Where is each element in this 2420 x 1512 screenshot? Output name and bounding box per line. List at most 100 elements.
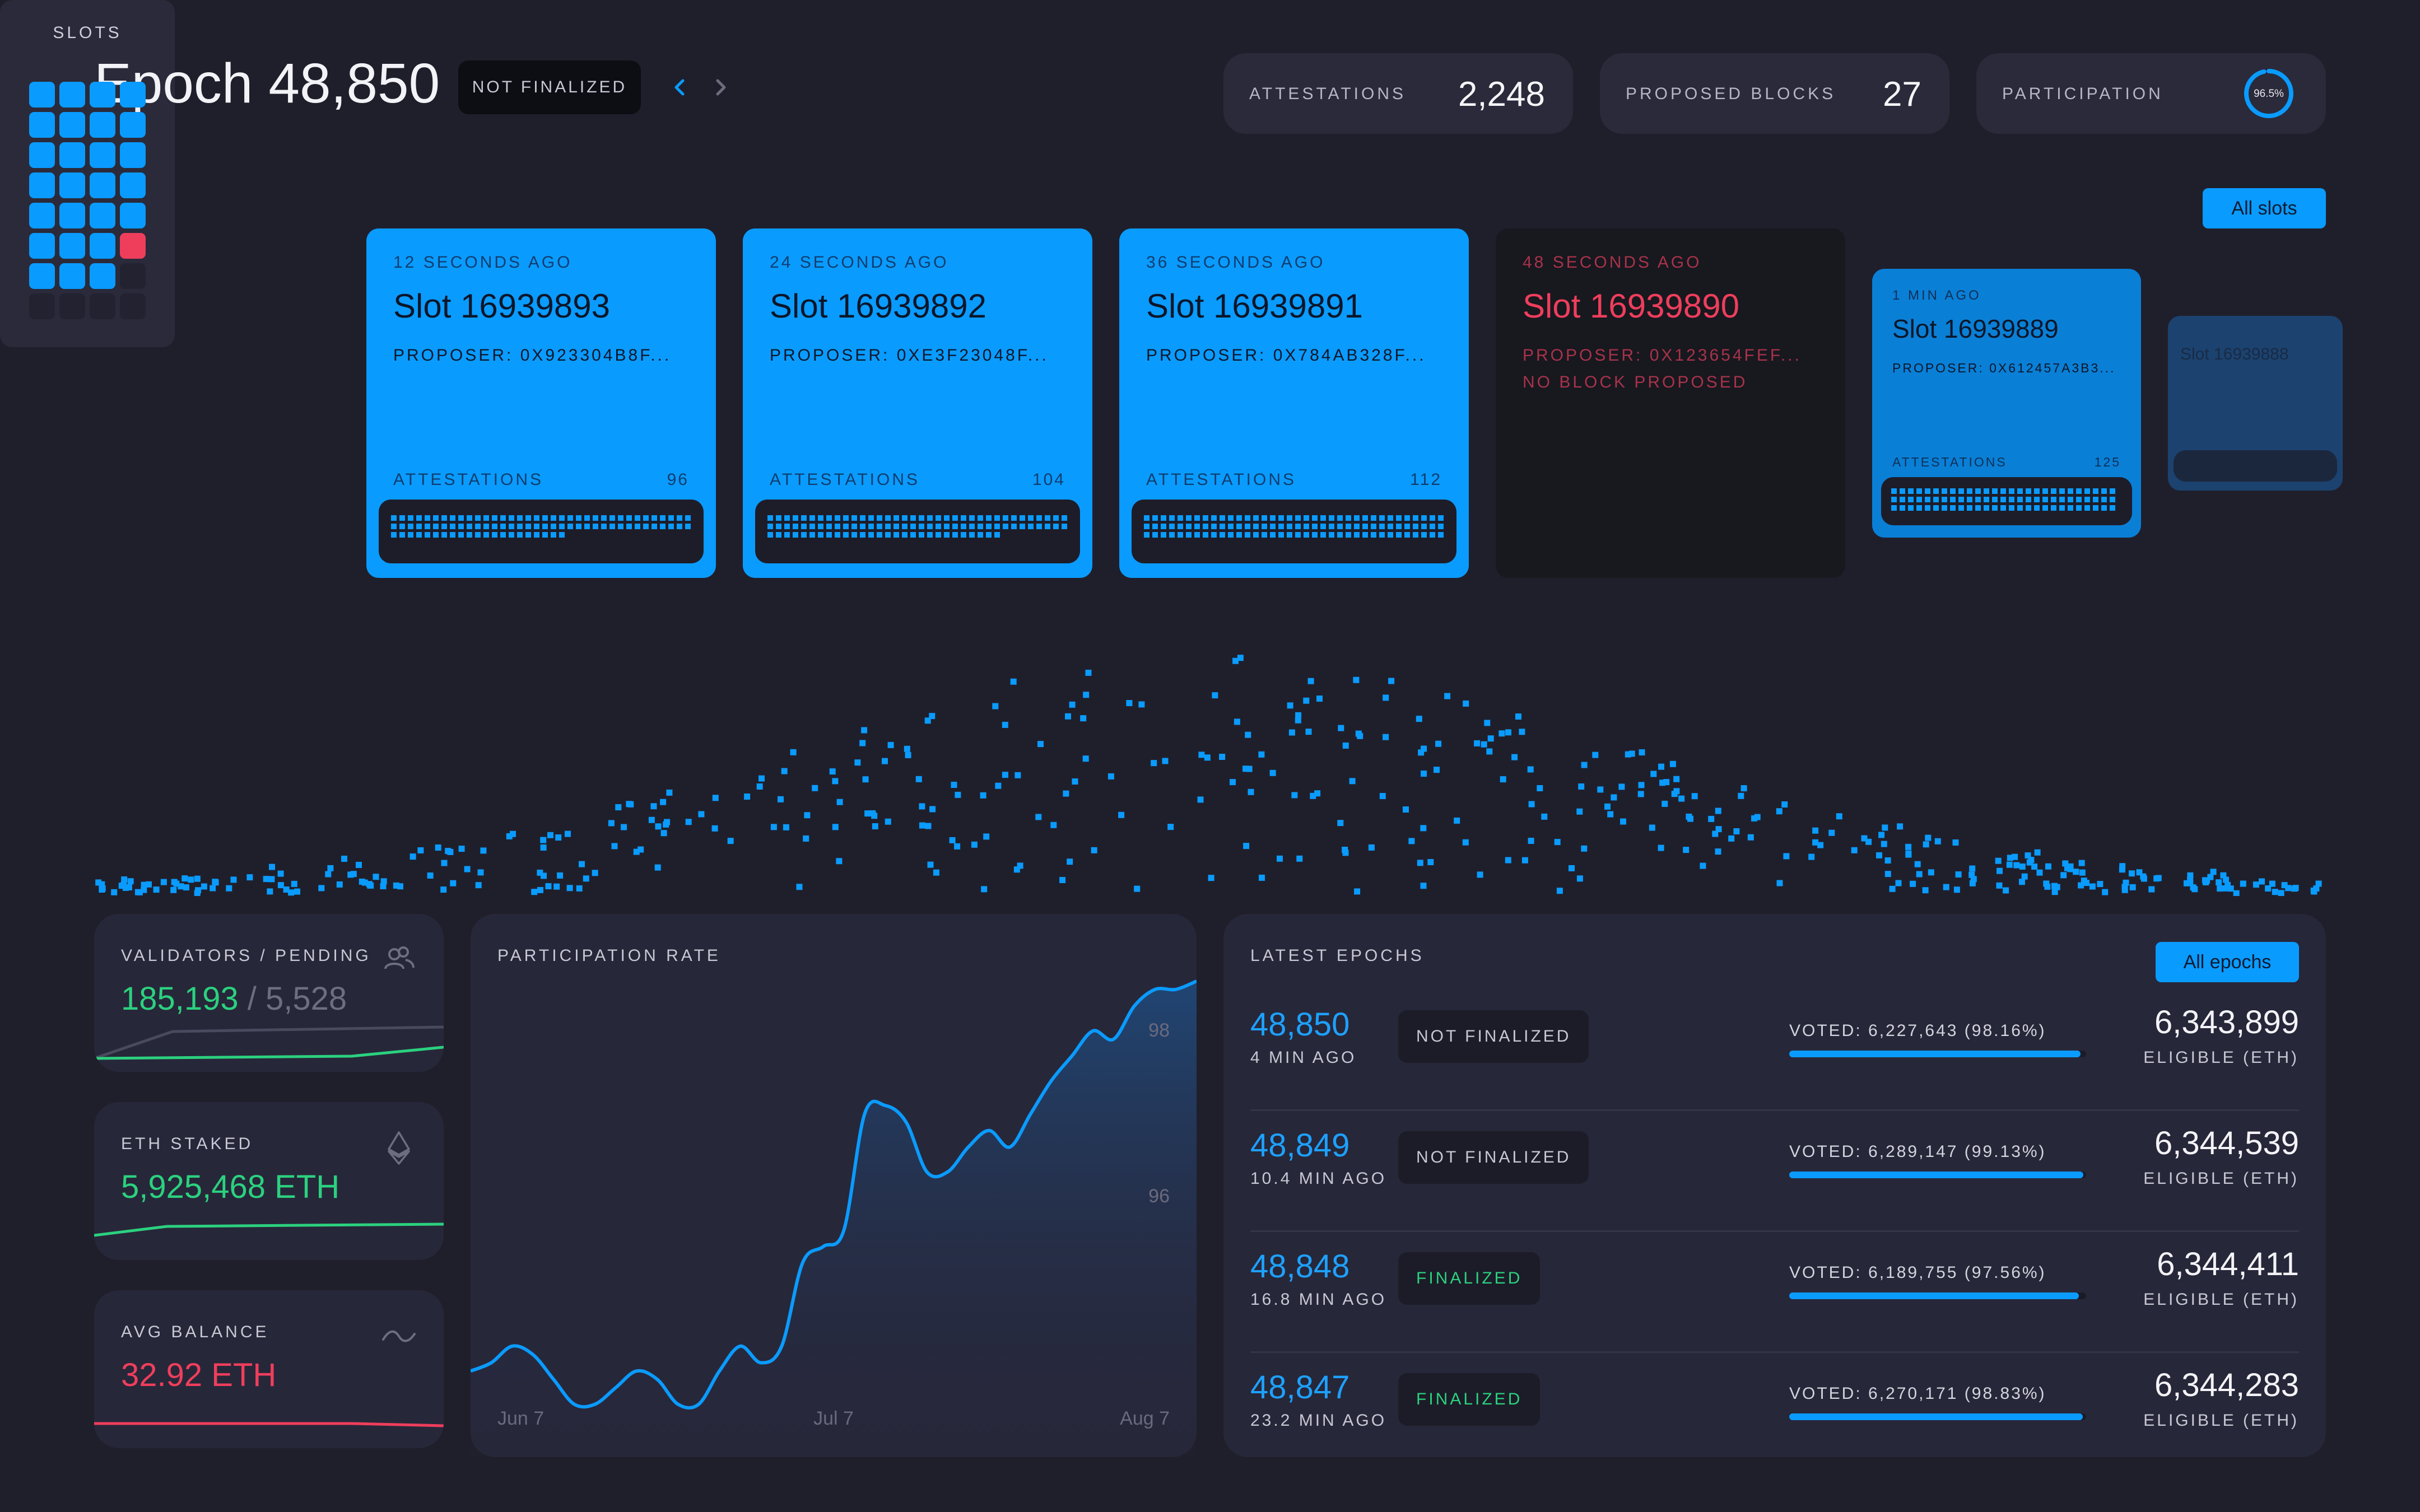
slot-cell[interactable]	[120, 142, 146, 168]
attestation-dot	[1881, 841, 1887, 847]
attestation-dot	[1291, 792, 1298, 799]
attestation-dot	[467, 515, 472, 521]
slot-cell[interactable]	[29, 293, 55, 319]
slot-cell[interactable]	[59, 293, 85, 319]
attestation-dot	[2310, 887, 2317, 894]
attestation-dot	[2000, 497, 2006, 502]
previous-epoch-button[interactable]	[663, 71, 697, 104]
slot-cell[interactable]	[120, 82, 146, 108]
attestation-dot	[294, 888, 300, 895]
attestation-dot	[2068, 505, 2073, 511]
attestation-dot	[767, 515, 773, 521]
attestation-dot	[537, 886, 543, 893]
attestation-dot	[1288, 729, 1295, 736]
slot-cell[interactable]	[29, 112, 55, 138]
attestation-dot	[2021, 873, 2028, 880]
attestation-dot	[1444, 693, 1451, 699]
attestation-dot	[919, 524, 924, 529]
slot-card-missed[interactable]: 48 SECONDS AGO Slot 16939890 PROPOSER: 0…	[1496, 228, 1845, 578]
attestation-dot	[1992, 488, 1998, 494]
slot-card[interactable]: 24 SECONDS AGO Slot 16939892 PROPOSER: 0…	[743, 228, 1092, 578]
attestation-dot	[1808, 853, 1815, 860]
slot-cell[interactable]	[90, 203, 115, 228]
slot-cell[interactable]	[120, 293, 146, 319]
slot-cell[interactable]	[90, 293, 115, 319]
slot-card[interactable]: 12 SECONDS AGO Slot 16939893 PROPOSER: 0…	[366, 228, 716, 578]
attestation-dot	[1245, 524, 1250, 529]
slot-card-faded[interactable]: Slot 16939888	[2168, 316, 2343, 491]
attestation-dot	[2045, 863, 2051, 870]
attestation-dot	[685, 515, 691, 521]
slot-cell[interactable]	[120, 203, 146, 228]
slot-cell[interactable]	[90, 112, 115, 138]
attestation-dot	[201, 883, 207, 890]
slot-cell[interactable]	[29, 172, 55, 198]
slot-card-proposer: PROPOSER: 0X123654FEF...	[1523, 346, 1802, 365]
slot-cell[interactable]	[59, 172, 85, 198]
attestation-dot	[2123, 879, 2129, 886]
slot-cell[interactable]	[59, 263, 85, 289]
attestation-dot	[861, 727, 868, 734]
attestation-dot	[1262, 515, 1267, 521]
attestation-dot	[1686, 813, 1692, 820]
attestation-dot	[668, 524, 674, 529]
attestation-dot	[1161, 524, 1166, 529]
attestation-dot	[1865, 838, 1872, 845]
attestation-dot	[1063, 790, 1069, 797]
slot-cell[interactable]	[29, 263, 55, 289]
attestation-dot	[1728, 835, 1735, 842]
slot-cell[interactable]	[90, 233, 115, 259]
attestation-dot	[450, 532, 455, 538]
slot-cell[interactable]	[29, 203, 55, 228]
epoch-row[interactable]: 48,848 16.8 MIN AGO FINALIZED VOTED: 6,1…	[1250, 1232, 2299, 1353]
participation-stat-value: 96.5%	[2254, 88, 2284, 100]
attestation-dot	[2076, 497, 2082, 502]
attestation-dot	[1413, 515, 1418, 521]
attestation-dot	[1618, 783, 1625, 790]
slot-cell[interactable]	[59, 112, 85, 138]
epoch-number[interactable]: 48,847	[1250, 1369, 1349, 1406]
slot-cell[interactable]	[29, 82, 55, 108]
attestation-dot	[796, 884, 803, 890]
epoch-number[interactable]: 48,850	[1250, 1006, 1349, 1043]
slot-cell[interactable]	[120, 263, 146, 289]
attestation-dot	[1020, 515, 1025, 521]
epoch-row[interactable]: 48,850 4 MIN AGO NOT FINALIZED VOTED: 6,…	[1250, 990, 2299, 1111]
attestation-dot	[1312, 532, 1318, 538]
attestation-dot	[2292, 885, 2299, 892]
all-epochs-button[interactable]: All epochs	[2156, 942, 2299, 982]
slot-cell[interactable]	[90, 263, 115, 289]
attestation-dot	[1500, 776, 1506, 783]
all-slots-button[interactable]: All slots	[2203, 188, 2326, 228]
attestation-dot	[685, 819, 692, 825]
slot-cell[interactable]	[90, 172, 115, 198]
slot-cell[interactable]	[59, 233, 85, 259]
next-epoch-button[interactable]	[704, 71, 737, 104]
slot-card[interactable]: 1 MIN AGO Slot 16939889 PROPOSER: 0X6124…	[1872, 269, 2141, 538]
epoch-row[interactable]: 48,849 10.4 MIN AGO NOT FINALIZED VOTED:…	[1250, 1111, 2299, 1232]
attestation-dot	[1996, 882, 2003, 889]
epoch-row[interactable]: 48,847 23.2 MIN AGO FINALIZED VOTED: 6,2…	[1250, 1353, 2299, 1474]
slot-cell[interactable]	[59, 82, 85, 108]
epoch-number[interactable]: 48,848	[1250, 1248, 1349, 1285]
slot-cell[interactable]	[120, 233, 146, 259]
attestation-dot	[1916, 488, 1922, 494]
slot-cell[interactable]	[59, 142, 85, 168]
attestation-dot	[860, 515, 865, 521]
attestation-dot	[509, 532, 514, 538]
slot-cell[interactable]	[90, 82, 115, 108]
slot-cell[interactable]	[29, 233, 55, 259]
slot-cell[interactable]	[90, 142, 115, 168]
slot-cell[interactable]	[120, 112, 146, 138]
epoch-number[interactable]: 48,849	[1250, 1127, 1349, 1164]
attestation-dot	[1037, 741, 1044, 748]
attestation-dot	[458, 846, 465, 852]
attestation-dot	[509, 524, 514, 529]
attestation-dot	[1337, 820, 1344, 827]
slot-cell[interactable]	[59, 203, 85, 228]
slot-card[interactable]: 36 SECONDS AGO Slot 16939891 PROPOSER: 0…	[1119, 228, 1469, 578]
attestation-dot	[1537, 785, 1543, 791]
attestation-dot	[1851, 847, 1858, 853]
slot-cell[interactable]	[120, 172, 146, 198]
slot-cell[interactable]	[29, 142, 55, 168]
